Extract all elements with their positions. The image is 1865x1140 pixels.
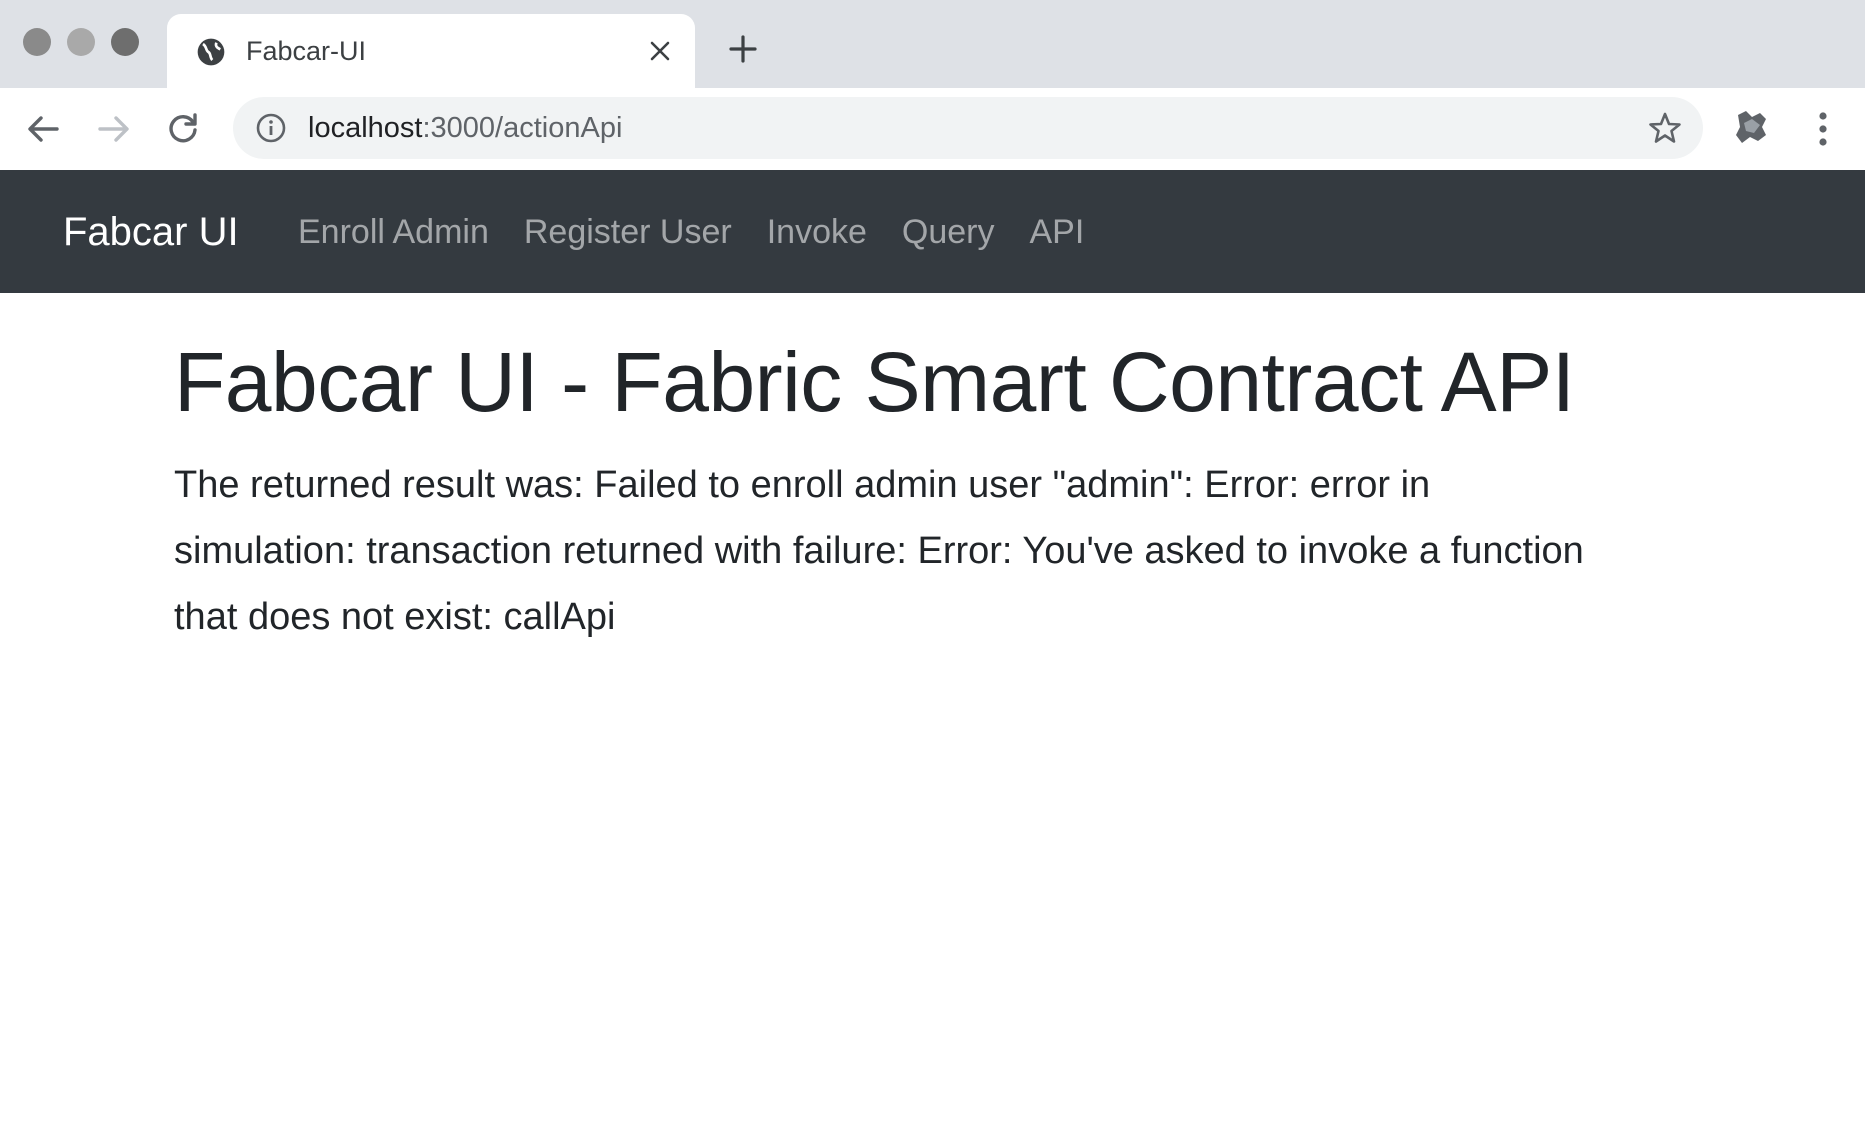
- url-host: localhost: [308, 112, 423, 144]
- window-minimize-button[interactable]: [67, 28, 95, 56]
- extension-icon[interactable]: [1730, 105, 1774, 149]
- window-maximize-button[interactable]: [111, 28, 139, 56]
- plus-icon[interactable]: [722, 28, 764, 70]
- nav-link-enroll-admin[interactable]: Enroll Admin: [298, 210, 489, 254]
- page-title: Fabcar UI - Fabric Smart Contract API: [174, 335, 1575, 429]
- tab-title: Fabcar-UI: [246, 36, 367, 66]
- url-text[interactable]: localhost:3000/actionApi: [308, 107, 622, 149]
- result-message: The returned result was: Failed to enrol…: [174, 464, 1584, 638]
- nav-link-invoke[interactable]: Invoke: [767, 210, 867, 254]
- reload-icon[interactable]: [160, 106, 206, 152]
- main-content: Fabcar UI - Fabric Smart Contract API Th…: [174, 330, 1734, 650]
- address-bar[interactable]: localhost:3000/actionApi: [233, 97, 1703, 159]
- forward-arrow-icon[interactable]: [91, 106, 137, 152]
- nav-link-api[interactable]: API: [1030, 210, 1085, 254]
- navbar-brand[interactable]: Fabcar UI: [63, 208, 239, 256]
- star-icon[interactable]: [1647, 110, 1683, 146]
- browser-tab-strip: Fabcar-UI: [0, 0, 1865, 88]
- close-icon[interactable]: [643, 34, 677, 68]
- nav-link-register-user[interactable]: Register User: [524, 210, 732, 254]
- browser-toolbar: localhost:3000/actionApi: [0, 88, 1865, 171]
- more-vert-icon[interactable]: [1808, 108, 1838, 150]
- nav-link-query[interactable]: Query: [902, 210, 995, 254]
- url-path: :3000/actionApi: [422, 112, 623, 144]
- globe-icon: [197, 38, 225, 66]
- navbar-links: Enroll Admin Register User Invoke Query …: [298, 210, 1084, 254]
- back-arrow-icon[interactable]: [20, 106, 66, 152]
- browser-tab[interactable]: Fabcar-UI: [167, 14, 695, 88]
- info-icon[interactable]: [255, 112, 287, 144]
- app-navbar: Fabcar UI Enroll Admin Register User Inv…: [0, 170, 1865, 293]
- window-close-button[interactable]: [23, 28, 51, 56]
